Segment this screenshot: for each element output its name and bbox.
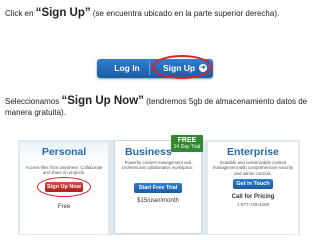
plan-price: Call for Pricing — [231, 194, 275, 200]
instruction-step-1: Click en “Sign Up” (se encuentra ubicado… — [5, 7, 315, 19]
instruction-text: (se encuentra ubicado en la parte superi… — [90, 9, 280, 18]
plan-description: Access files from anywhere. Collaborate … — [25, 165, 103, 176]
login-button[interactable]: Log In — [105, 61, 150, 75]
highlight-circle — [152, 55, 212, 79]
instruction-step-2: Seleccionamos “Sign Up Now” (tendremos 5… — [5, 95, 315, 118]
plan-description: Powerful content management and professi… — [122, 160, 194, 171]
plan-business: FREE 14 Day Trial Business Powerful conte… — [114, 135, 203, 234]
instruction-text: Seleccionamos — [5, 97, 62, 106]
badge-top: FREE — [177, 137, 197, 144]
highlight-circle — [37, 177, 91, 197]
instruction-highlight: “Sign Up” — [35, 7, 91, 19]
plan-title: Personal — [41, 146, 87, 158]
plan-description: Scalable and customizable content manage… — [212, 160, 294, 176]
phone-number: 1-877-729-4269 — [236, 202, 270, 207]
plan-enterprise: Enterprise Scalable and customizable con… — [208, 142, 298, 234]
instruction-highlight: “Sign Up Now” — [61, 95, 144, 107]
plans-panel: Personal Access files from anywhere. Col… — [18, 135, 300, 235]
get-in-touch-button[interactable]: Get in Touch — [233, 179, 273, 189]
plan-price: Free — [57, 204, 71, 210]
plan-personal: Personal Access files from anywhere. Col… — [20, 142, 108, 234]
instruction-text: Click en — [5, 9, 36, 18]
start-free-trial-button[interactable]: Start Free Trial — [134, 183, 182, 193]
plan-title: Enterprise — [227, 146, 279, 158]
plan-title: Business — [125, 146, 172, 158]
plan-price: $15/user/month — [137, 198, 179, 204]
